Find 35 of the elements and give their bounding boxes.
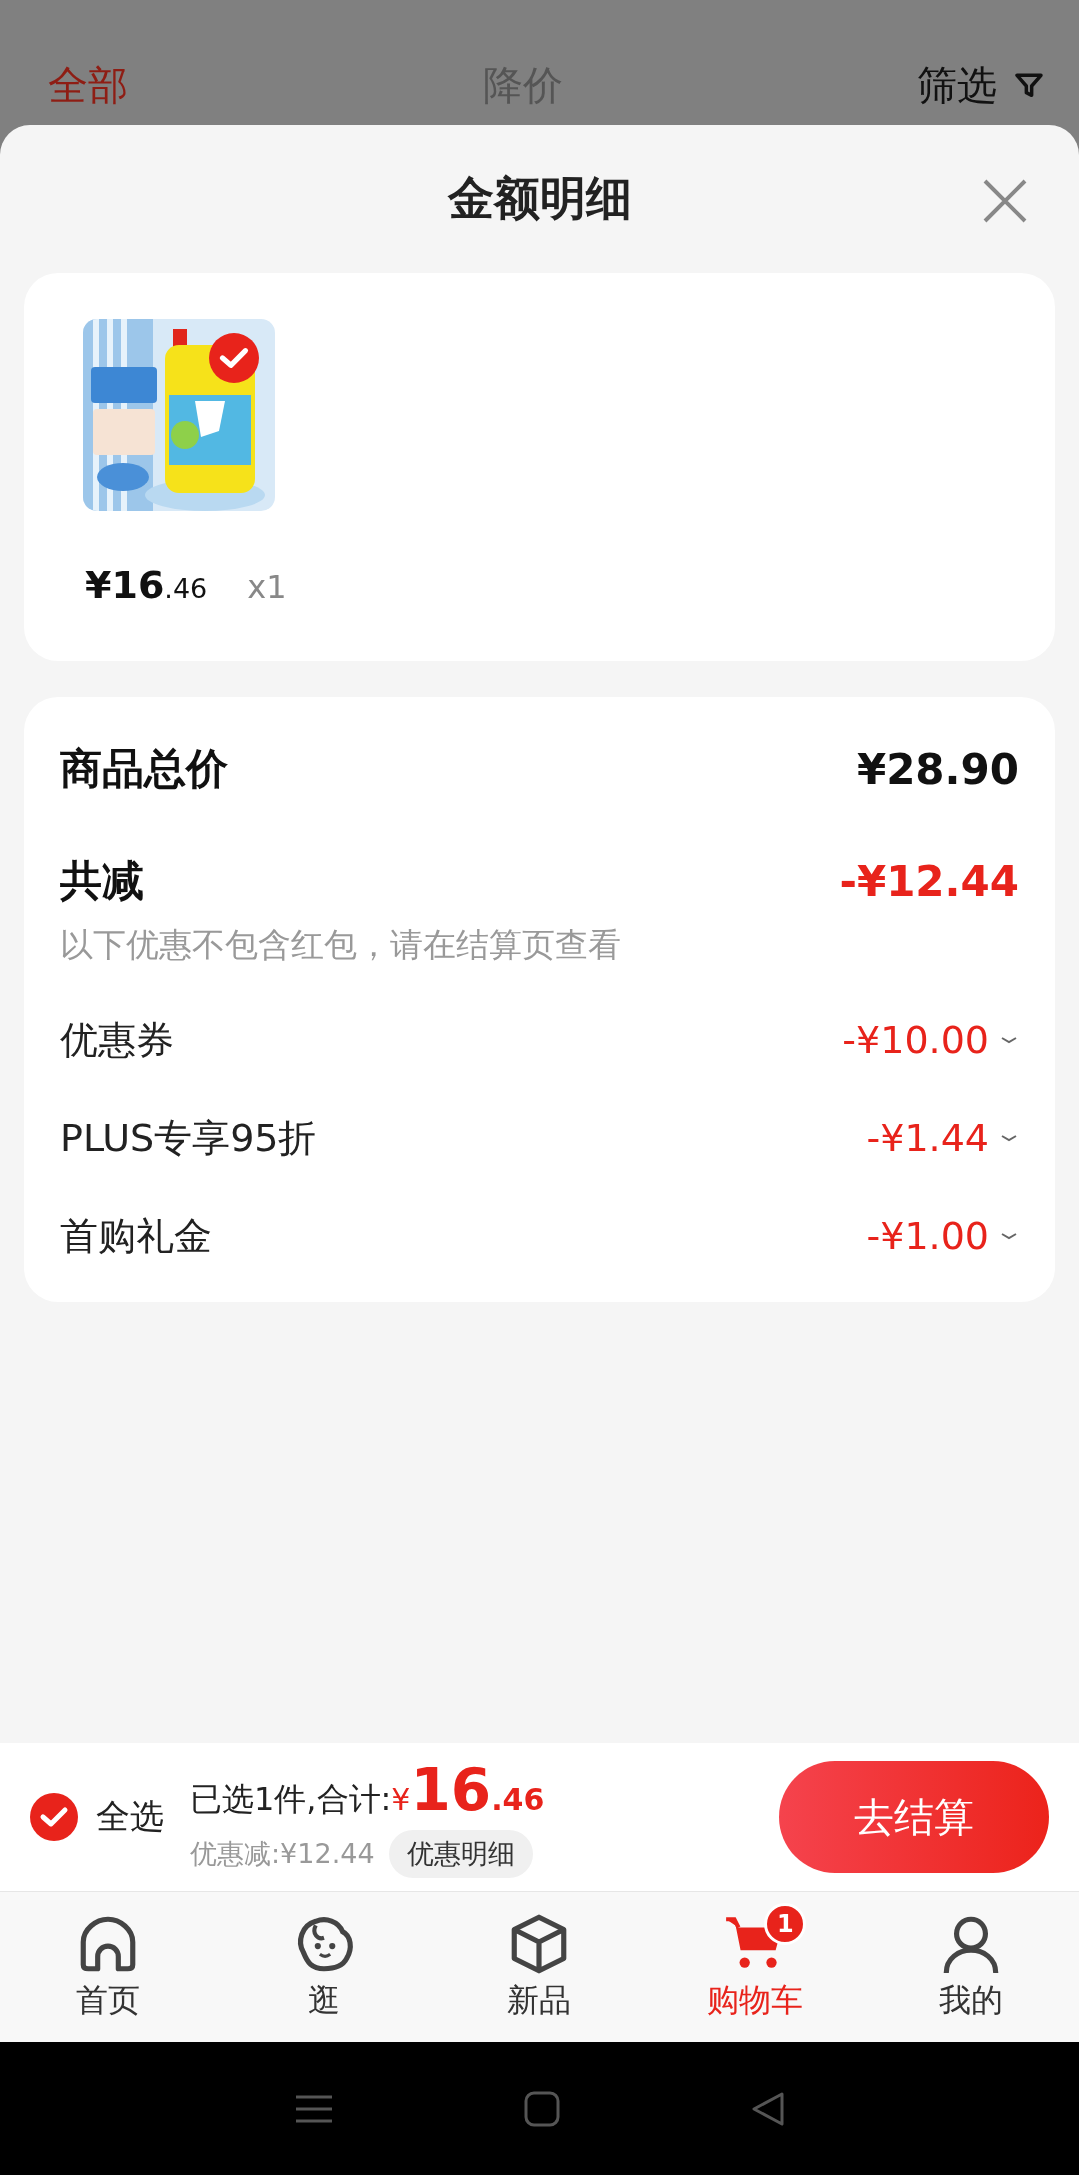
total-price: ¥28.90 [856,744,1019,794]
chevron-icon[interactable] [999,1035,1019,1045]
tab-item[interactable]: 1 购物车 [647,1892,864,2042]
home-button-icon[interactable] [523,2090,560,2127]
discount-note: 以下优惠不包含红包，请在结算页查看 [60,924,622,966]
checkout-button[interactable]: 去结算 [779,1761,1049,1873]
chevron-icon[interactable] [999,1133,1019,1143]
chevron-icon[interactable] [999,1231,1019,1241]
total-label: 商品总价 [60,743,228,795]
tab-item[interactable]: 新品 [431,1892,648,2042]
discount-amount: -¥10.00 [842,1018,989,1062]
tab-item[interactable]: 我的 [863,1892,1079,2042]
tab-item[interactable]: 首页 [0,1892,216,2042]
selected-count: 已选1件,合计: [190,1779,392,1820]
check-icon[interactable] [209,333,259,383]
sheet-title: 金额明细 [447,170,632,227]
checkbox[interactable] [30,1793,78,1841]
select-all-label[interactable]: 全选 [96,1794,164,1840]
quantity: x1 [247,568,287,606]
discount-amount: -¥1.44 [866,1116,989,1160]
discount-name: 优惠券 [60,1016,174,1064]
tab-item[interactable]: 逛 [215,1892,432,2042]
discount-amount: -¥1.00 [866,1214,989,1258]
discount-name: PLUS专享95折 [60,1114,317,1162]
discount-label: 共减 [60,855,144,907]
checkout-total: ¥16.46 [391,1756,545,1824]
menu-icon[interactable] [293,2093,334,2124]
savings-text: 优惠减:¥12.44 [190,1837,375,1871]
cart-count-badge: 1 [764,1903,807,1945]
product-price: ¥16.46 [85,563,208,607]
close-icon[interactable] [981,177,1029,225]
filter-button[interactable]: 筛选 [917,58,997,113]
discount-name: 首购礼金 [60,1212,212,1260]
discount-detail-button[interactable]: 优惠明细 [388,1830,533,1878]
discount-total: -¥12.44 [839,856,1019,906]
